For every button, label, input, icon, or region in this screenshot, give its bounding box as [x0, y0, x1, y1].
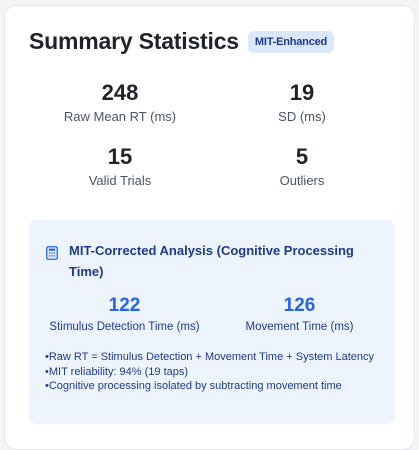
mit-notes-list: Raw RT = Stimulus Detection + Movement T… — [45, 350, 385, 394]
stat-sd: 19 SD (ms) — [211, 80, 393, 124]
stat-movement-time: 126 Movement Time (ms) — [212, 295, 387, 333]
mit-panel-title: MIT-Corrected Analysis (Cognitive Proces… — [69, 243, 354, 279]
stat-label: Outliers — [279, 173, 325, 188]
stat-raw-mean-rt: 248 Raw Mean RT (ms) — [29, 80, 211, 124]
stat-outliers: 5 Outliers — [211, 144, 393, 188]
list-item: Cognitive processing isolated by subtrac… — [45, 379, 385, 394]
mit-stats-grid: 122 Stimulus Detection Time (ms) 126 Mov… — [37, 295, 387, 333]
stat-label: Raw Mean RT (ms) — [63, 109, 177, 124]
mit-corrected-analysis-panel: MIT-Corrected Analysis (Cognitive Proces… — [29, 220, 395, 424]
card-header: Summary Statistics MIT-Enhanced — [29, 28, 335, 55]
stat-value: 15 — [107, 144, 133, 169]
summary-stats-grid: 248 Raw Mean RT (ms) 19 SD (ms) 15 Valid… — [29, 80, 391, 188]
stat-value: 5 — [295, 144, 309, 169]
card-title: Summary Statistics — [29, 28, 239, 54]
summary-statistics-card: Summary Statistics MIT-Enhanced 248 Raw … — [4, 5, 415, 450]
list-item: MIT reliability: 94% (19 taps) — [45, 365, 385, 380]
list-item: Raw RT = Stimulus Detection + Movement T… — [45, 350, 385, 365]
stat-stimulus-detection-time: 122 Stimulus Detection Time (ms) — [37, 295, 212, 333]
stat-value: 248 — [101, 80, 139, 105]
stat-value: 122 — [108, 295, 141, 316]
stat-valid-trials: 15 Valid Trials — [29, 144, 211, 188]
stat-value: 19 — [289, 80, 315, 105]
stat-label: Stimulus Detection Time (ms) — [49, 321, 200, 333]
calculator-icon — [46, 246, 58, 260]
stat-label: Valid Trials — [88, 173, 152, 188]
stat-value: 126 — [283, 295, 316, 316]
stat-label: SD (ms) — [278, 109, 326, 124]
mit-enhanced-badge: MIT-Enhanced — [247, 30, 335, 53]
stat-label: Movement Time (ms) — [245, 321, 354, 333]
